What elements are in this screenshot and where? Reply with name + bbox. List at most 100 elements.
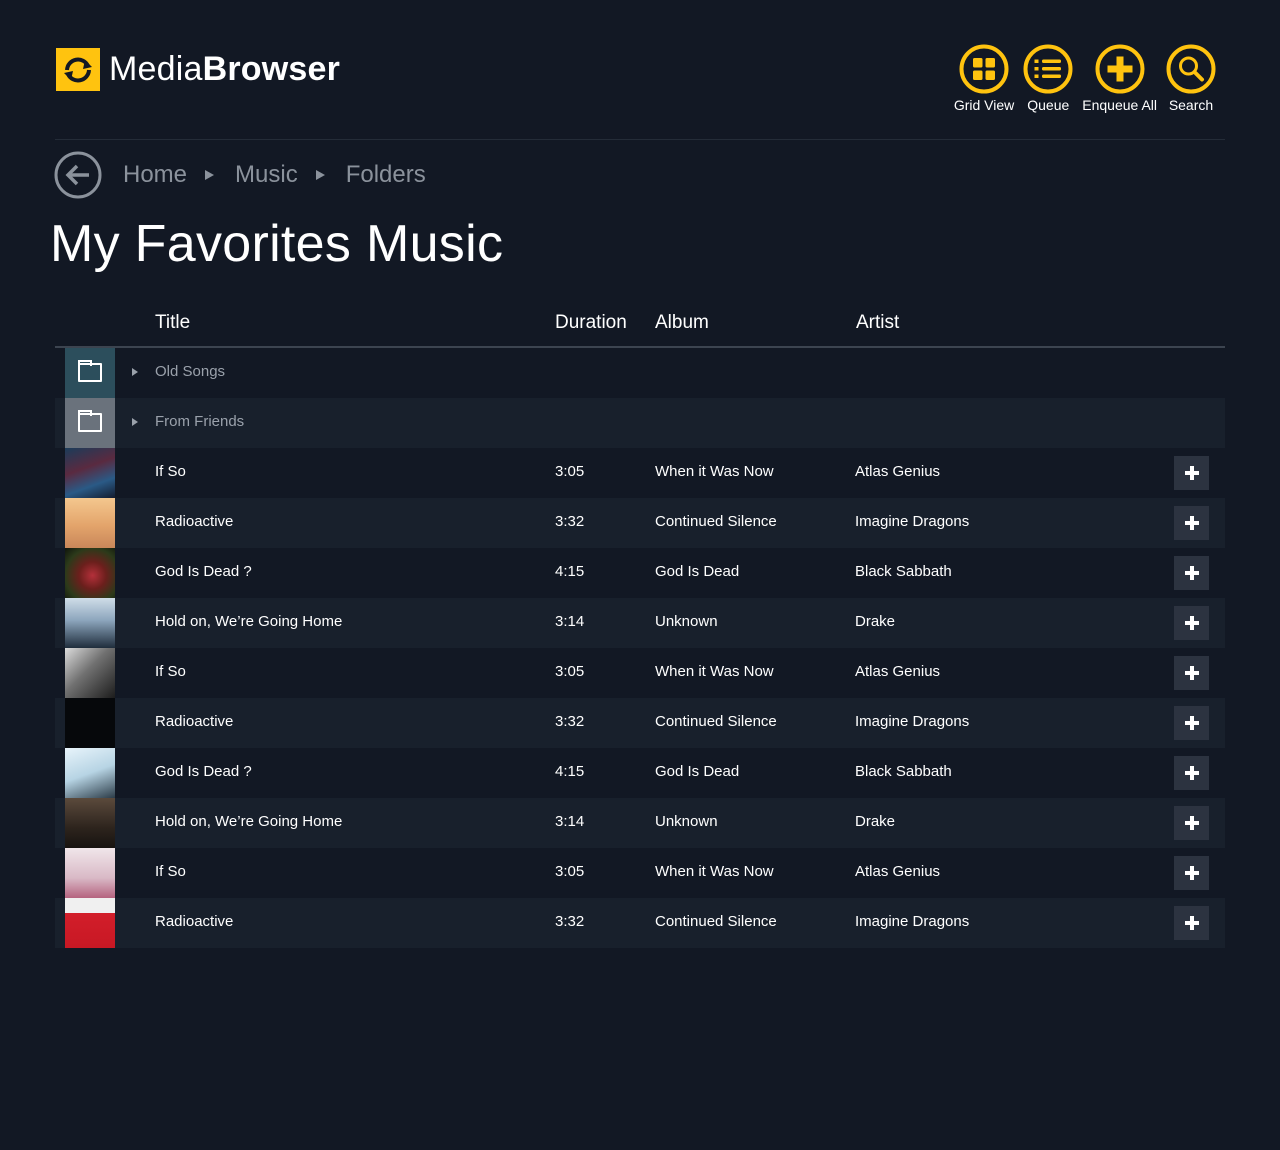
plus-icon: [1184, 716, 1199, 730]
grid-icon: [959, 44, 1009, 94]
track-duration: 3:05: [555, 463, 585, 480]
plus-icon: [1184, 566, 1199, 580]
logo-text-light: Media: [109, 50, 203, 88]
column-header-duration[interactable]: Duration: [555, 312, 627, 334]
logo-wordmark: MediaBrowser: [109, 48, 340, 91]
column-header-album[interactable]: Album: [655, 312, 709, 334]
add-to-queue-button[interactable]: [1174, 556, 1209, 590]
track-row[interactable]: If So 3:05 When it Was Now Atlas Genius: [55, 448, 1225, 498]
add-to-queue-button[interactable]: [1174, 456, 1209, 490]
column-header-title[interactable]: Title: [155, 312, 190, 334]
track-artist: Black Sabbath: [855, 563, 952, 580]
track-row[interactable]: God Is Dead ? 4:15 God Is Dead Black Sab…: [55, 548, 1225, 598]
breadcrumb-separator-icon: [205, 170, 215, 180]
back-button[interactable]: [54, 151, 102, 199]
track-row[interactable]: If So 3:05 When it Was Now Atlas Genius: [55, 848, 1225, 898]
track-duration: 3:14: [555, 813, 585, 830]
search-label: Search: [1168, 97, 1214, 113]
track-album: Unknown: [655, 613, 718, 630]
track-album: Continued Silence: [655, 913, 777, 930]
search-icon: [1166, 44, 1216, 94]
add-to-queue-button[interactable]: [1174, 906, 1209, 940]
column-header-artist[interactable]: Artist: [856, 312, 899, 334]
track-row[interactable]: Hold on, We’re Going Home 3:14 Unknown D…: [55, 598, 1225, 648]
track-row[interactable]: Hold on, We’re Going Home 3:14 Unknown D…: [55, 798, 1225, 848]
folder-thumbnail: [65, 348, 115, 398]
track-artist: Atlas Genius: [855, 463, 941, 480]
media-browser-app: MediaBrowser Grid View Queue Enqueue All…: [0, 0, 1280, 1150]
plus-icon: [1184, 616, 1199, 630]
track-artist: Atlas Genius: [855, 663, 941, 680]
track-album: When it Was Now: [655, 663, 774, 680]
album-art: [65, 498, 115, 548]
folder-name: From Friends: [155, 413, 245, 430]
folder-row[interactable]: Old Songs: [55, 348, 1225, 398]
plus-icon: [1184, 916, 1199, 930]
track-album: Continued Silence: [655, 513, 777, 530]
expand-arrow-icon[interactable]: [132, 418, 138, 426]
track-artist: Drake: [855, 613, 896, 630]
breadcrumb-folders[interactable]: Folders: [346, 161, 426, 189]
folder-icon: [78, 360, 102, 382]
album-art: [65, 848, 115, 898]
track-album: When it Was Now: [655, 463, 774, 480]
track-row[interactable]: Radioactive 3:32 Continued Silence Imagi…: [55, 898, 1225, 948]
queue-list-icon: [1023, 44, 1073, 94]
logo[interactable]: MediaBrowser: [56, 48, 340, 91]
track-row[interactable]: Radioactive 3:32 Continued Silence Imagi…: [55, 698, 1225, 748]
track-artist: Imagine Dragons: [855, 913, 970, 930]
enqueue-all-button[interactable]: Enqueue All: [1082, 44, 1157, 113]
folder-row[interactable]: From Friends: [55, 398, 1225, 448]
track-duration: 3:32: [555, 513, 585, 530]
add-to-queue-button[interactable]: [1174, 656, 1209, 690]
track-duration: 3:32: [555, 913, 585, 930]
folder-icon: [78, 410, 102, 432]
add-to-queue-button[interactable]: [1174, 756, 1209, 790]
breadcrumb-music[interactable]: Music: [235, 161, 298, 189]
track-album: Continued Silence: [655, 713, 777, 730]
track-duration: 4:15: [555, 563, 585, 580]
track-row[interactable]: Radioactive 3:32 Continued Silence Imagi…: [55, 498, 1225, 548]
album-art: [65, 898, 115, 948]
album-art: [65, 698, 115, 748]
track-duration: 3:14: [555, 613, 585, 630]
add-to-queue-button[interactable]: [1174, 606, 1209, 640]
track-artist: Drake: [855, 813, 896, 830]
track-album: God Is Dead: [655, 563, 740, 580]
grid-view-label: Grid View: [953, 97, 1015, 113]
track-title: If So: [155, 863, 186, 880]
track-artist: Imagine Dragons: [855, 713, 970, 730]
track-title: If So: [155, 663, 186, 680]
plus-icon: [1184, 516, 1199, 530]
track-row[interactable]: God Is Dead ? 4:15 God Is Dead Black Sab…: [55, 748, 1225, 798]
add-to-queue-button[interactable]: [1174, 856, 1209, 890]
track-duration: 3:32: [555, 713, 585, 730]
track-album: God Is Dead: [655, 763, 740, 780]
plus-icon: [1184, 816, 1199, 830]
add-to-queue-button[interactable]: [1174, 506, 1209, 540]
track-row[interactable]: If So 3:05 When it Was Now Atlas Genius: [55, 648, 1225, 698]
plus-icon: [1184, 866, 1199, 880]
grid-view-button[interactable]: Grid View: [954, 44, 1014, 113]
track-title: Radioactive: [155, 713, 234, 730]
music-table: Title Duration Album Artist Old Songs Fr…: [55, 300, 1225, 948]
breadcrumb-home[interactable]: Home: [123, 161, 187, 189]
add-to-queue-button[interactable]: [1174, 706, 1209, 740]
plus-icon: [1184, 466, 1199, 480]
back-arrow-icon: [54, 151, 102, 199]
track-duration: 3:05: [555, 863, 585, 880]
queue-button[interactable]: Queue: [1023, 44, 1073, 113]
track-title: Radioactive: [155, 513, 234, 530]
search-button[interactable]: Search: [1166, 44, 1216, 113]
expand-arrow-icon[interactable]: [132, 368, 138, 376]
add-to-queue-button[interactable]: [1174, 806, 1209, 840]
breadcrumb-separator-icon: [315, 170, 325, 180]
track-album: Unknown: [655, 813, 718, 830]
plus-icon: [1095, 44, 1145, 94]
folder-name: Old Songs: [155, 363, 226, 380]
logo-sync-icon: [56, 48, 100, 91]
track-album: When it Was Now: [655, 863, 774, 880]
album-art: [65, 548, 115, 598]
album-art: [65, 648, 115, 698]
plus-icon: [1184, 766, 1199, 780]
